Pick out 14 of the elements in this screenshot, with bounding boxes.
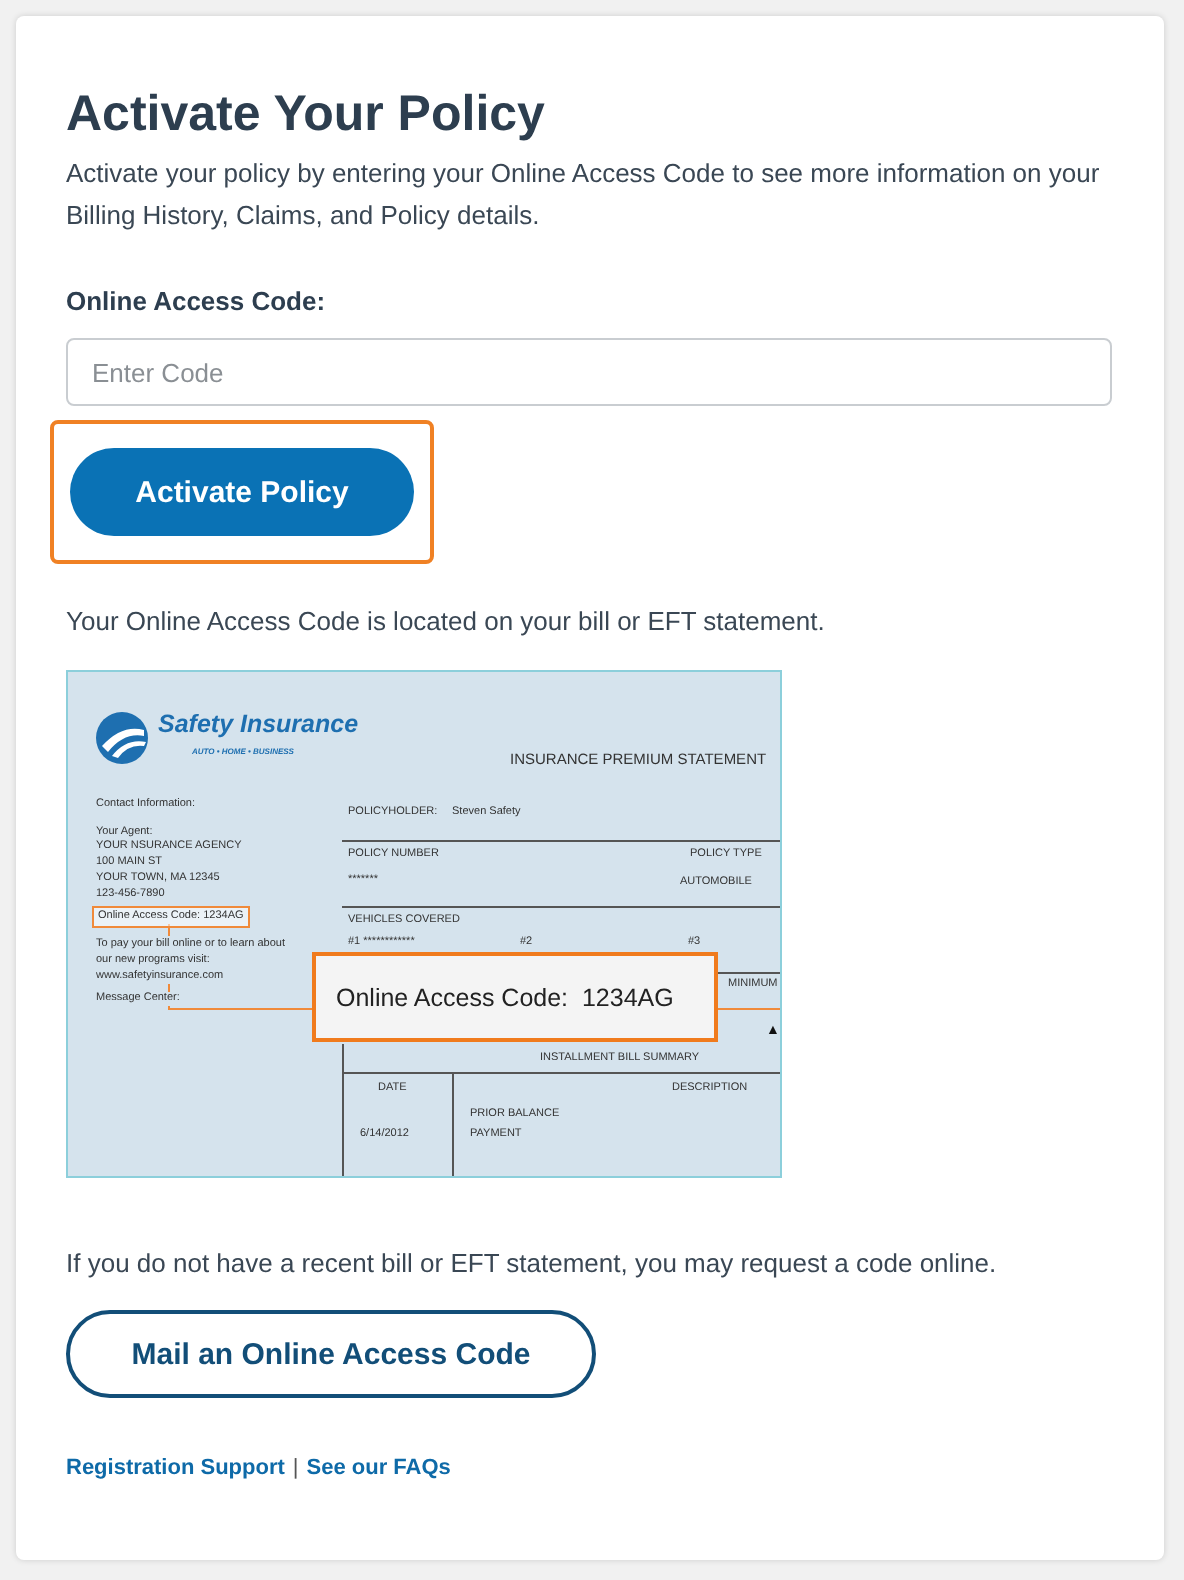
page-title: Activate Your Policy [66, 84, 545, 144]
logo-icon [96, 712, 148, 764]
intro-text: Activate your policy by entering your Online Access Code to see more information on your Billing History, Claims, and Policy details. [66, 156, 1102, 234]
link-separator: | [292, 1456, 299, 1480]
field-label: Online Access Code: [66, 286, 326, 316]
request-note: If you do not have a recent bill or EFT statement, you may request a code online. [66, 1248, 997, 1278]
footer-link[interactable]: See our FAQs [306, 1456, 451, 1480]
code-input-field[interactable]: Enter Code [66, 338, 1112, 406]
code-callout: Online Access Code: 1234AG [312, 952, 718, 1042]
footer-link[interactable]: Registration Support [66, 1456, 285, 1480]
mail-code-button[interactable]: Mail an Online Access Code [66, 1310, 596, 1398]
brand-name: Safety Insurance [158, 710, 359, 738]
activate-policy-button[interactable]: Activate Policy [70, 448, 414, 536]
location-note: Your Online Access Code is located on your bill or EFT statement. [66, 606, 825, 636]
